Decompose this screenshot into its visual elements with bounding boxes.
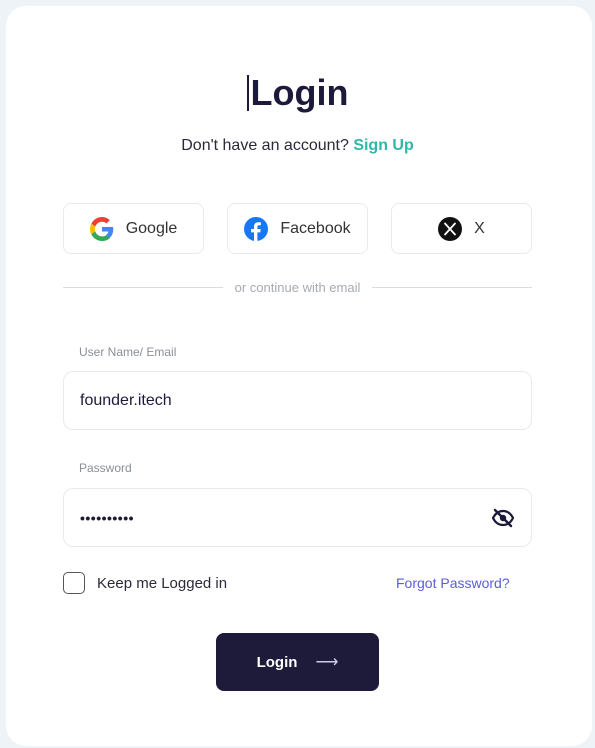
remember-me: Keep me Logged in [63, 571, 227, 595]
text-cursor [246, 75, 249, 111]
email-divider: or continue with email [63, 279, 533, 295]
facebook-label: Facebook [280, 219, 351, 237]
x-label: X [474, 219, 485, 237]
password-value: •••••••••• [80, 509, 135, 526]
remember-me-checkbox[interactable] [63, 572, 85, 594]
signup-link[interactable]: Sign Up [353, 137, 413, 154]
username-input[interactable]: founder.itech [63, 371, 532, 430]
divider-line-left [63, 286, 223, 288]
google-login-button[interactable]: Google [63, 203, 204, 254]
google-label: Google [125, 219, 178, 237]
facebook-login-button[interactable]: Facebook [227, 203, 368, 254]
username-value: founder.itech [80, 391, 172, 409]
divider-text: or continue with email [234, 279, 361, 295]
remember-me-label: Keep me Logged in [97, 574, 228, 592]
arrow-right-icon: ⟶ [315, 654, 339, 671]
password-input[interactable]: •••••••••• [63, 488, 532, 547]
page-title: Login [0, 72, 595, 114]
google-icon [89, 216, 114, 241]
eye-off-icon[interactable] [491, 508, 515, 528]
facebook-icon [244, 216, 269, 241]
x-icon [438, 216, 463, 241]
x-login-button[interactable]: X [391, 203, 532, 254]
forgot-password-link[interactable]: Forgot Password? [396, 575, 510, 591]
username-label: User Name/ Email [79, 345, 177, 359]
login-button[interactable]: Login ⟶ [216, 633, 379, 691]
password-label: Password [79, 461, 132, 475]
divider-line-right [372, 286, 533, 288]
login-button-label: Login [256, 653, 298, 671]
signup-prompt-text: Don't have an account? [181, 137, 349, 154]
page-title-text: Login [250, 72, 349, 113]
signup-prompt: Don't have an account? Sign Up [0, 137, 595, 155]
